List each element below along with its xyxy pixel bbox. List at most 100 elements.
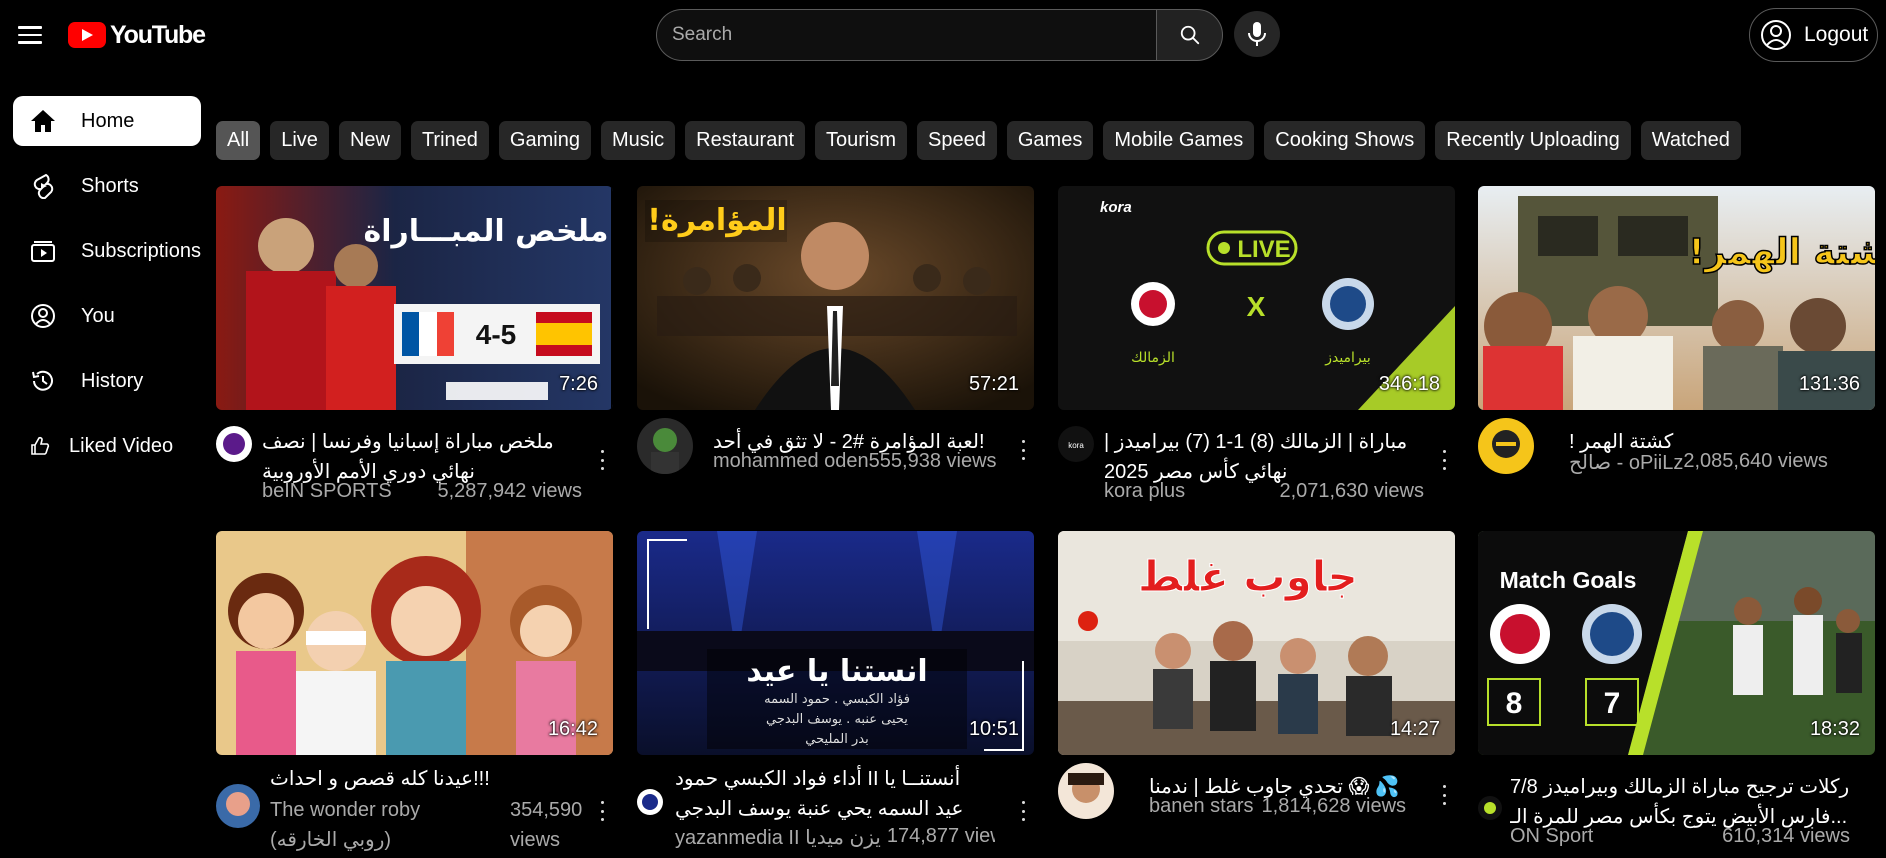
more-options-icon[interactable] (1441, 785, 1447, 805)
channel-avatar[interactable] (1058, 763, 1114, 819)
menu-icon[interactable] (18, 22, 48, 48)
chip-speed[interactable]: Speed (917, 121, 997, 160)
thumb-caption: Match Goals (1500, 567, 1637, 593)
channel-avatar[interactable] (637, 789, 663, 815)
channel-avatar[interactable] (216, 784, 260, 828)
view-count: 174,877 views (886, 825, 995, 847)
sidebar-item-label: Subscriptions (80, 239, 201, 262)
more-options-icon[interactable] (599, 450, 605, 470)
sidebar-item-home[interactable]: Home (13, 96, 201, 146)
sidebar-item-shorts[interactable]: Shorts (13, 161, 201, 211)
chip-restaurant[interactable]: Restaurant (685, 121, 806, 160)
video-card[interactable]: 4-5 ملخص المبـــاراة 7:26 ملخص مباراة إس… (216, 186, 613, 502)
video-title[interactable]: ملخص مباراة إسبانيا وفرنسا | نصف نهائي د… (262, 427, 580, 487)
sidebar-item-label: Shorts (81, 174, 139, 197)
video-duration: 131:36 (1798, 373, 1860, 395)
thumb-caption: جاوب غلط (1138, 552, 1358, 602)
thumb-caption: ملخص المبـــاراة (363, 214, 608, 249)
channel-name[interactable]: beIN SPORTS (262, 480, 392, 503)
sidebar-item-liked-video[interactable]: Liked Video (13, 421, 201, 471)
user-circle-icon (1761, 20, 1791, 50)
sidebar-item-history[interactable]: History (13, 356, 201, 406)
channel-name[interactable]: The wonder roby (روبي الخارقه) (270, 795, 470, 855)
chip-new[interactable]: New (338, 121, 401, 160)
chip-trined[interactable]: Trined (410, 121, 489, 160)
chip-gaming[interactable]: Gaming (498, 121, 591, 160)
sidebar-item-subscriptions[interactable]: Subscriptions (13, 226, 201, 276)
search-icon (1180, 25, 1199, 45)
video-title[interactable]: مباراة | الزمالك (8) 1-1 (7) بيراميدز | … (1104, 427, 1422, 487)
channel-name[interactable]: yazanmedia II يزن ميديا (675, 825, 881, 850)
thumb-subcaption: فؤاد الكبسي . حمود السمه (764, 692, 910, 707)
sidebar-item-you[interactable]: You (13, 291, 201, 341)
video-thumbnail[interactable]: Match Goals 8 7 18:32 (1478, 531, 1875, 755)
video-thumbnail[interactable]: 16:42 (216, 531, 613, 755)
more-options-icon[interactable] (599, 801, 605, 821)
video-meta: صالح - oPiiLz 2,085,640 views (1569, 450, 1859, 475)
search-input[interactable] (656, 9, 1156, 61)
youtube-logo[interactable]: YouTube (68, 20, 206, 50)
chip-music[interactable]: Music (600, 121, 676, 160)
thumbs-up-icon (29, 432, 51, 460)
chip-watched[interactable]: Watched (1640, 121, 1741, 160)
view-count: 1,814,628 views (1261, 795, 1407, 817)
chip-live[interactable]: Live (270, 121, 329, 160)
video-meta: beIN SPORTS 5,287,942 views (262, 480, 582, 503)
filter-chips: All Live New Trined Gaming Music Restaur… (216, 121, 1741, 160)
chip-recently-uploading[interactable]: Recently Uploading (1435, 121, 1631, 160)
more-options-icon[interactable] (1020, 801, 1026, 821)
logout-button[interactable]: Logout (1749, 8, 1878, 62)
channel-avatar[interactable] (216, 426, 252, 462)
video-meta: The wonder roby (روبي الخارقه) 354,590 v… (270, 795, 590, 855)
channel-name[interactable]: mohammed oden (713, 450, 869, 473)
video-meta: kora plus 2,071,630 views (1104, 480, 1424, 503)
svg-text:kora: kora (1068, 441, 1084, 450)
video-card[interactable]: جاوب غلط 14:27 تحدي جاوب غلط | ندمنا 😱 💦… (1058, 531, 1455, 819)
channel-avatar[interactable] (637, 418, 693, 474)
chip-mobile-games[interactable]: Mobile Games (1103, 121, 1255, 160)
video-duration: 346:18 (1378, 373, 1440, 395)
chip-all[interactable]: All (216, 121, 261, 160)
sidebar-item-label: Liked Video (69, 434, 174, 457)
channel-name[interactable]: kora plus (1104, 480, 1185, 503)
channel-avatar[interactable] (1478, 418, 1534, 474)
channel-name[interactable]: ON Sport (1510, 825, 1593, 848)
channel-name[interactable]: صالح - oPiiLz (1569, 450, 1683, 475)
channel-avatar[interactable]: kora (1058, 426, 1094, 462)
channel-avatar[interactable] (1478, 796, 1502, 820)
video-card[interactable]: انستنا يا عيد فؤاد الكبسي . حمود السمه ي… (637, 531, 1034, 849)
thumb-versus: X (1247, 291, 1266, 322)
video-title[interactable]: أداء فواد الكبسي حمود II أنستنــا يا عيد… (675, 764, 993, 824)
sidebar-item-label: History (81, 369, 144, 392)
chip-cooking-shows[interactable]: Cooking Shows (1264, 121, 1426, 160)
user-icon (29, 302, 57, 330)
video-title[interactable]: ركلات ترجيح مباراة الزمالك وبيراميدز 7/8… (1510, 772, 1854, 832)
video-card[interactable]: 16:42 عيدنا كله قصص و احداث!!! The wonde… (216, 531, 613, 851)
video-thumbnail[interactable]: 4-5 ملخص المبـــاراة 7:26 (216, 186, 613, 410)
youtube-logo-icon (68, 22, 106, 48)
history-icon (29, 367, 57, 395)
chip-tourism[interactable]: Tourism (815, 121, 908, 160)
thumb-caption: !كشتة الهمر (1688, 232, 1875, 273)
video-card[interactable]: Match Goals 8 7 18:32 ركلات ترجيح مباراة… (1478, 531, 1875, 847)
channel-name[interactable]: banen stars (1149, 795, 1254, 818)
video-card[interactable]: !المؤامرة 57:21 !لعبة المؤامرة #2 - لا ت… (637, 186, 1034, 474)
video-thumbnail[interactable]: !المؤامرة 57:21 (637, 186, 1034, 410)
video-card[interactable]: LIVE kora X الزمالك بيراميدز 346:18 kora… (1058, 186, 1455, 502)
chip-games[interactable]: Games (1006, 121, 1094, 160)
thumb-caption: !المؤامرة (647, 203, 786, 238)
more-options-icon[interactable] (1020, 440, 1026, 460)
more-options-icon[interactable] (1441, 450, 1447, 470)
view-count: 610,314 views (1722, 825, 1850, 847)
video-duration: 14:27 (1389, 718, 1440, 740)
voice-search-button[interactable] (1234, 11, 1280, 57)
search-button[interactable] (1156, 9, 1223, 61)
thumb-team-left: الزمالك (1131, 350, 1175, 366)
video-thumbnail[interactable]: !كشتة الهمر 131:36 (1478, 186, 1875, 410)
video-card[interactable]: !كشتة الهمر 131:36 كشتة الهمر ! صالح - o… (1478, 186, 1875, 474)
search-bar (656, 9, 1223, 61)
video-thumbnail[interactable]: LIVE kora X الزمالك بيراميدز 346:18 (1058, 186, 1455, 410)
video-thumbnail[interactable]: جاوب غلط 14:27 (1058, 531, 1455, 755)
video-title[interactable]: عيدنا كله قصص و احداث!!! (270, 764, 588, 794)
video-thumbnail[interactable]: انستنا يا عيد فؤاد الكبسي . حمود السمه ي… (637, 531, 1034, 755)
